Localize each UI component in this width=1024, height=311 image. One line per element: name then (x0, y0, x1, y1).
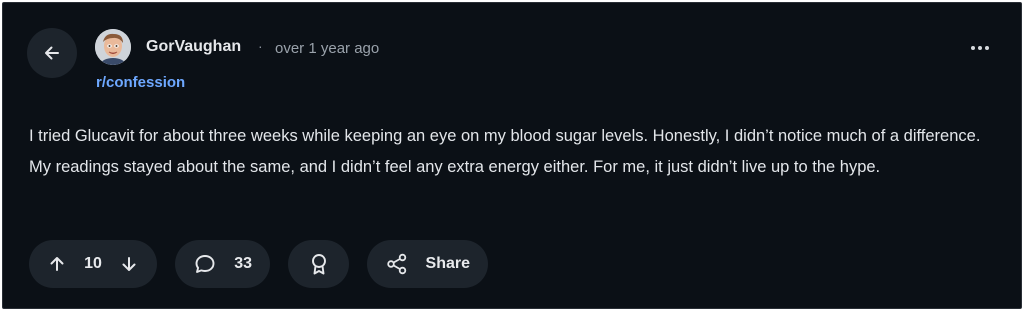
more-horizontal-icon (971, 46, 975, 50)
comments-button[interactable]: 33 (175, 240, 270, 288)
author-name[interactable]: GorVaughan (146, 38, 241, 56)
vote-bar: 10 (29, 240, 157, 288)
downvote-button[interactable] (119, 254, 139, 274)
arrow-down-icon (122, 257, 136, 271)
arrow-left-icon (45, 46, 59, 60)
comment-count: 33 (234, 255, 252, 272)
award-ribbon-icon (311, 254, 326, 275)
more-options-button[interactable] (963, 36, 997, 60)
share-nodes-icon (387, 253, 407, 275)
meta-separator: · (258, 38, 263, 54)
post-card: GorVaughan · over 1 year ago r/confessio… (2, 2, 1022, 309)
arrow-up-icon (50, 257, 64, 271)
back-button[interactable] (27, 28, 77, 78)
vote-count: 10 (84, 255, 102, 272)
subreddit-link[interactable]: r/confession (96, 74, 185, 91)
avatar[interactable] (95, 29, 131, 65)
upvote-button[interactable] (47, 254, 67, 274)
share-button[interactable]: Share (367, 240, 488, 288)
post-timestamp: over 1 year ago (275, 40, 380, 57)
post-body: I tried Glucavit for about three weeks w… (29, 127, 981, 176)
award-button[interactable] (288, 240, 349, 288)
speech-bubble-icon (195, 255, 215, 273)
share-label: Share (425, 255, 470, 272)
